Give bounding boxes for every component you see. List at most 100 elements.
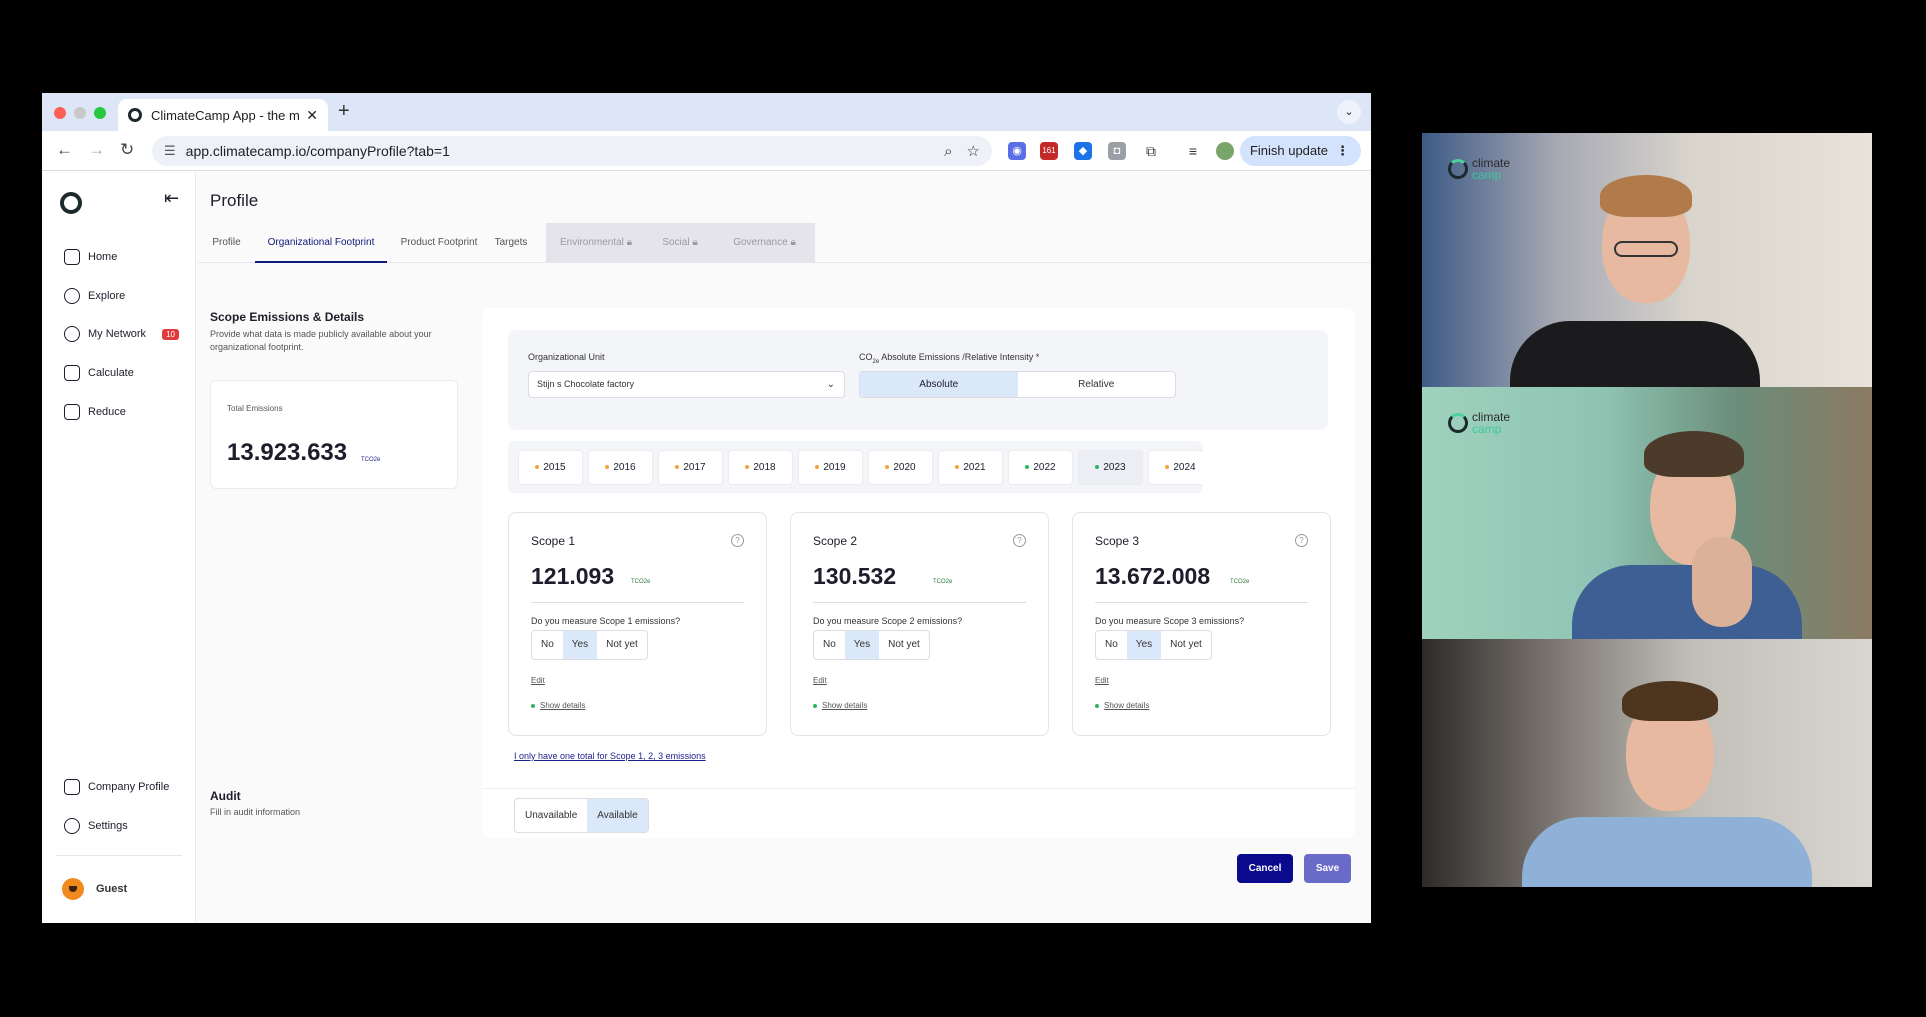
year-chip-2020[interactable]: 2020 xyxy=(868,450,933,485)
climatecamp-logo-icon xyxy=(1448,159,1468,179)
year-chip-2022[interactable]: 2022 xyxy=(1008,450,1073,485)
year-label: 2024 xyxy=(1173,462,1196,473)
forward-icon[interactable]: → xyxy=(88,140,105,160)
year-label: 2023 xyxy=(1103,462,1126,473)
sidebar-item-home[interactable]: Home xyxy=(64,246,117,268)
year-chip-2023[interactable]: 2023 xyxy=(1078,450,1143,485)
measure-option-no[interactable]: No xyxy=(1096,631,1127,659)
show-details-link[interactable]: Show details xyxy=(1095,701,1149,710)
extensions-icon[interactable]: ⧉ xyxy=(1142,142,1160,160)
year-chip-2018[interactable]: 2018 xyxy=(728,450,793,485)
save-button[interactable]: Save xyxy=(1304,854,1351,883)
emissions-mode-toggle: Absolute Relative xyxy=(859,371,1176,398)
media-control-icon[interactable]: ≡ xyxy=(1184,142,1202,160)
relative-option[interactable]: Relative xyxy=(1018,372,1176,397)
tab-profile[interactable]: Profile xyxy=(210,223,243,263)
status-dot xyxy=(1095,703,1099,708)
zoom-icon[interactable]: ⌕ xyxy=(944,143,952,160)
year-chip-2021[interactable]: 2021 xyxy=(938,450,1003,485)
absolute-option[interactable]: Absolute xyxy=(860,372,1018,397)
profile-tabs: Profile Organizational Footprint Product… xyxy=(197,223,1371,263)
measure-option-no[interactable]: No xyxy=(532,631,563,659)
tab-title: ClimateCamp App - the most xyxy=(151,107,300,123)
calendar-extension-icon[interactable]: 161 xyxy=(1040,142,1058,160)
finish-update-button[interactable]: Finish update ⋮ xyxy=(1239,136,1361,166)
measure-option-not-yet[interactable]: Not yet xyxy=(879,631,929,659)
site-settings-icon[interactable]: ☰ xyxy=(164,143,176,159)
year-chip-2024[interactable]: 2024 xyxy=(1148,450,1203,485)
address-bar[interactable]: ☰ app.climatecamp.io/companyProfile?tab=… xyxy=(152,136,992,166)
help-icon[interactable]: ? xyxy=(1295,534,1308,547)
avatar xyxy=(62,878,84,900)
network-icon xyxy=(64,326,80,342)
panel-divider xyxy=(482,788,1355,789)
show-details-link[interactable]: Show details xyxy=(531,701,585,710)
year-status-dot xyxy=(955,465,960,470)
help-icon[interactable]: ? xyxy=(731,534,744,547)
measure-option-yes[interactable]: Yes xyxy=(844,631,880,659)
year-chip-2015[interactable]: 2015 xyxy=(518,450,583,485)
measure-option-yes[interactable]: Yes xyxy=(562,631,598,659)
scope-2-card: Scope 2 ? 130.532 TCO2e Do you measure S… xyxy=(790,512,1049,736)
sidebar-item-label: Calculate xyxy=(88,367,134,379)
sidebar-item-company-profile[interactable]: Company Profile xyxy=(64,776,169,798)
sidebar-item-reduce[interactable]: Reduce xyxy=(64,401,126,423)
edit-link[interactable]: Edit xyxy=(531,676,545,685)
audit-unavailable-option[interactable]: Unavailable xyxy=(515,799,587,832)
audit-available-option[interactable]: Available xyxy=(587,799,648,832)
total-emissions-card: Total Emissions 13.923.633 TCO2e xyxy=(210,380,458,489)
total-emissions-unit: TCO2e xyxy=(361,457,381,463)
show-details-link[interactable]: Show details xyxy=(813,701,867,710)
year-status-dot xyxy=(745,465,750,470)
climatecamp-logo-icon xyxy=(1448,413,1468,433)
climatecamp-watermark: climate camp xyxy=(1448,157,1510,181)
maximize-window-button[interactable] xyxy=(94,107,106,119)
year-chip-2017[interactable]: 2017 xyxy=(658,450,723,485)
close-tab-icon[interactable]: ✕ xyxy=(306,107,318,124)
extension-icon[interactable]: ◉ xyxy=(1008,142,1026,160)
help-icon[interactable]: ? xyxy=(1013,534,1026,547)
edit-link[interactable]: Edit xyxy=(1095,676,1109,685)
measure-option-not-yet[interactable]: Not yet xyxy=(1161,631,1211,659)
minimize-window-button[interactable] xyxy=(74,107,86,119)
new-tab-icon[interactable]: + xyxy=(338,100,350,123)
lock-icon: 🔒︎ xyxy=(790,237,796,248)
measure-toggle: No Yes Not yet xyxy=(1095,630,1212,660)
sidebar-item-calculate[interactable]: Calculate xyxy=(64,362,134,384)
collapse-sidebar-icon[interactable]: ⇤ xyxy=(164,188,179,209)
scope-title: Scope 3 xyxy=(1095,534,1140,548)
org-unit-select[interactable]: Stijn s Chocolate factory ⌄ xyxy=(528,371,845,398)
user-menu[interactable]: Guest xyxy=(62,878,127,900)
tab-environmental: Environmental 🔒︎ xyxy=(546,223,646,263)
measure-option-not-yet[interactable]: Not yet xyxy=(597,631,647,659)
profile-avatar-icon[interactable] xyxy=(1216,142,1234,160)
audit-availability-toggle: Unavailable Available xyxy=(514,798,649,833)
climatecamp-logo-icon[interactable] xyxy=(60,192,82,214)
year-chip-2019[interactable]: 2019 xyxy=(798,450,863,485)
back-icon[interactable]: ← xyxy=(56,140,73,160)
camera-extension-icon[interactable]: ◘ xyxy=(1108,142,1126,160)
browser-tab[interactable]: ClimateCamp App - the most ✕ xyxy=(118,99,328,131)
tab-organizational-footprint[interactable]: Organizational Footprint xyxy=(255,223,387,263)
year-chip-2016[interactable]: 2016 xyxy=(588,450,653,485)
sidebar-item-my-network[interactable]: My Network 10 xyxy=(64,323,179,345)
tab-targets[interactable]: Targets xyxy=(491,223,531,263)
single-total-link[interactable]: I only have one total for Scope 1, 2, 3 … xyxy=(514,751,706,761)
kebab-icon[interactable]: ⋮ xyxy=(1336,143,1349,158)
sidebar-item-settings[interactable]: Settings xyxy=(64,815,128,837)
measure-option-yes[interactable]: Yes xyxy=(1126,631,1162,659)
year-status-dot xyxy=(1095,465,1100,470)
cancel-button[interactable]: Cancel xyxy=(1237,854,1293,883)
tab-search-icon[interactable]: ⌄ xyxy=(1337,100,1361,124)
star-icon[interactable]: ☆ xyxy=(967,142,980,160)
tab-product-footprint[interactable]: Product Footprint xyxy=(397,223,481,263)
url-text[interactable]: app.climatecamp.io/companyProfile?tab=1 xyxy=(186,143,930,159)
reload-icon[interactable]: ↻ xyxy=(120,140,134,160)
close-window-button[interactable] xyxy=(54,107,66,119)
measure-option-no[interactable]: No xyxy=(814,631,845,659)
sidebar-item-explore[interactable]: Explore xyxy=(64,285,125,307)
tag-extension-icon[interactable]: ◆ xyxy=(1074,142,1092,160)
scope-divider xyxy=(1095,602,1308,603)
edit-link[interactable]: Edit xyxy=(813,676,827,685)
video-tile-2: climate camp xyxy=(1422,387,1872,639)
